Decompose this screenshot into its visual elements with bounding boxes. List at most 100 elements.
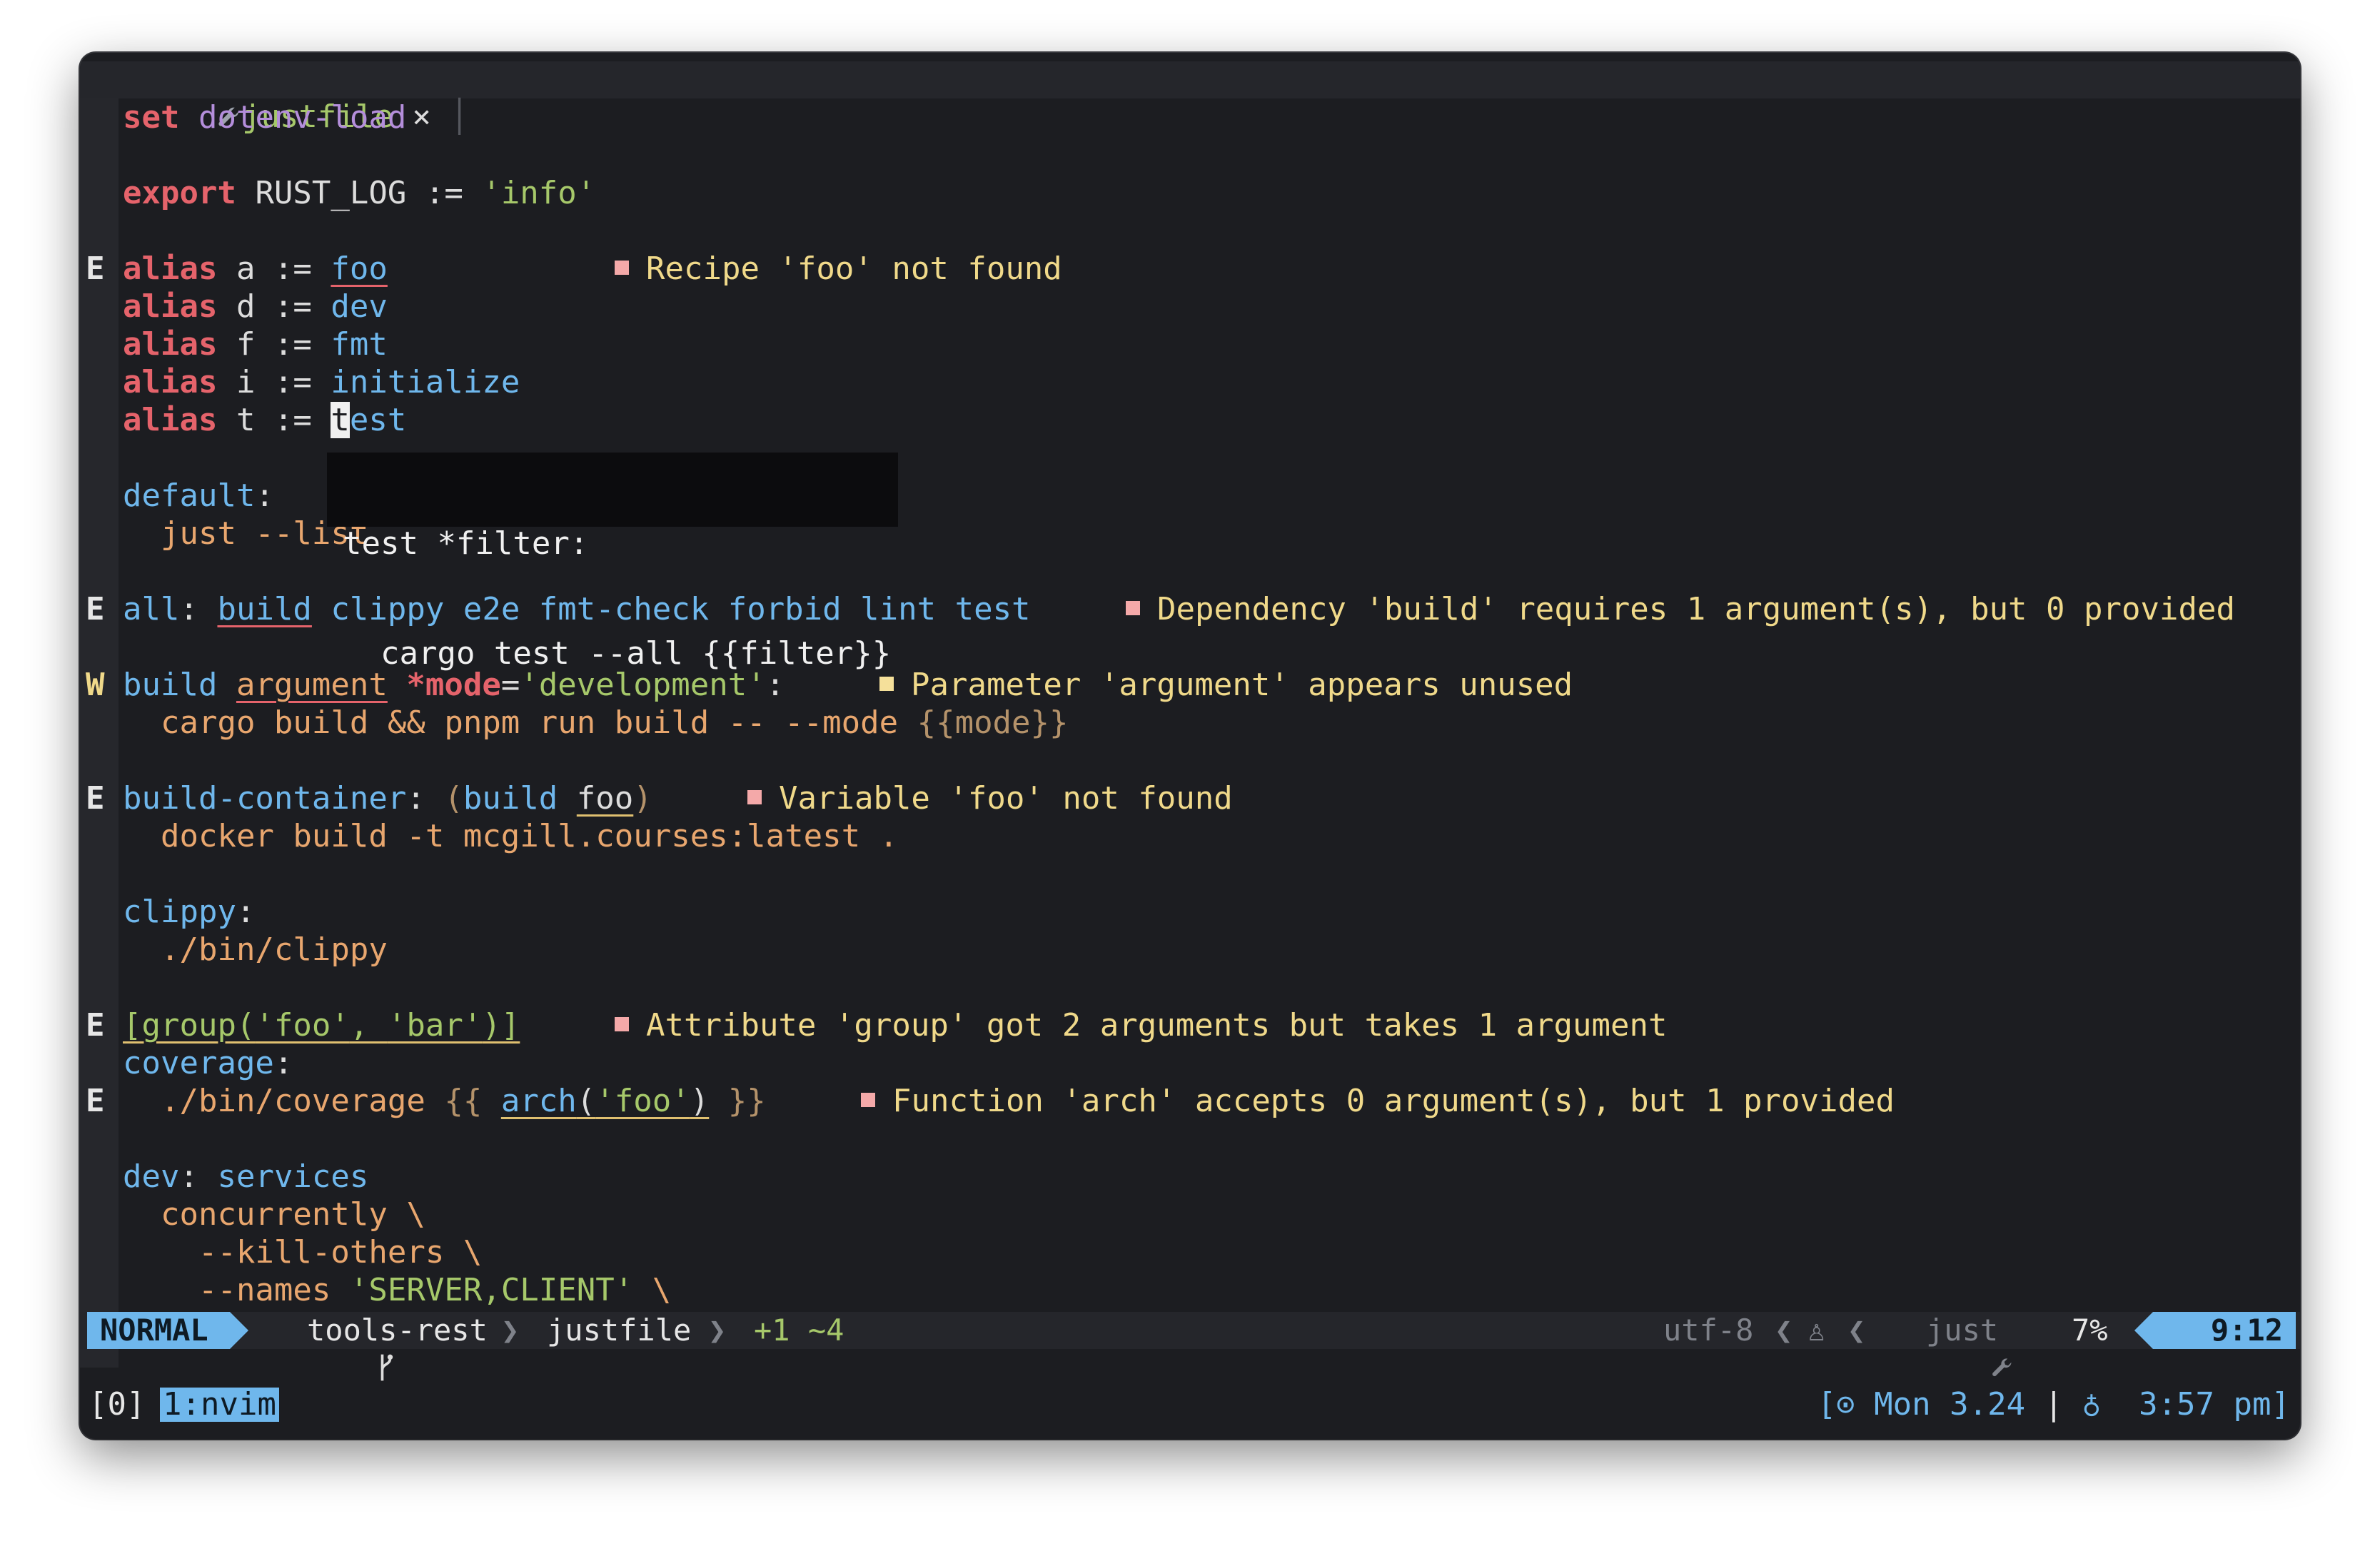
code-token: a := <box>236 251 331 287</box>
code-line[interactable]: export RUST_LOG := 'info' <box>80 174 2300 212</box>
code-text: alias f := fmt <box>123 325 388 363</box>
code-line[interactable] <box>80 212 2300 250</box>
code-token: ( <box>444 780 463 817</box>
code-line[interactable]: docker build -t mcgill.courses:latest . <box>80 817 2300 855</box>
code-text: coverage: <box>123 1044 293 1082</box>
code-token: {{mode}} <box>917 704 1069 741</box>
code-line[interactable]: alias t := test <box>80 401 2300 439</box>
code-token: \ <box>633 1272 672 1308</box>
diagnostic-message: Attribute 'group' got 2 arguments but ta… <box>615 1006 1667 1044</box>
code-token: build <box>123 667 236 703</box>
code-line[interactable]: concurrently \ <box>80 1196 2300 1233</box>
code-token: [group( <box>123 1007 256 1044</box>
code-token: --kill-others \ <box>123 1234 483 1270</box>
code-token: all <box>123 591 180 627</box>
code-line[interactable]: --names 'SERVER,CLIENT' \ <box>80 1271 2300 1309</box>
code-line[interactable]: --kill-others \ <box>80 1233 2300 1271</box>
code-token: 'foo' <box>255 1007 350 1044</box>
diagnostic-message: Dependency 'build' requires 1 argument(s… <box>1126 590 2235 628</box>
code-token: export <box>123 175 256 211</box>
code-line[interactable]: Ealias a := foo Recipe 'foo' not found <box>80 250 2300 288</box>
code-token: dev <box>331 288 388 325</box>
code-token: set <box>123 99 198 136</box>
diagnostic-text: Variable 'foo' not found <box>779 780 1233 817</box>
diagnostic-text: Function 'arch' accepts 0 argument(s), b… <box>892 1083 1895 1119</box>
code-token: dotenv-load <box>198 99 407 136</box>
code-line[interactable] <box>80 1120 2300 1158</box>
code-token: foo <box>576 780 634 817</box>
code-token: : <box>406 780 445 817</box>
code-token: ./bin/coverage <box>123 1083 445 1119</box>
battery-icon: ♁ <box>2082 1386 2102 1423</box>
code-line[interactable]: set dotenv-load <box>80 98 2300 136</box>
code-token: f := <box>236 326 331 363</box>
code-line[interactable]: alias i := initialize <box>80 363 2300 401</box>
diagnostic-message: Variable 'foo' not found <box>747 779 1233 817</box>
code-line[interactable] <box>80 855 2300 893</box>
code-line[interactable] <box>80 969 2300 1006</box>
diagnostic-icon <box>861 1093 875 1107</box>
code-text: set dotenv-load <box>123 98 406 136</box>
code-line[interactable]: E ./bin/coverage {{ arch('foo') }} Functi… <box>80 1082 2300 1120</box>
code-line[interactable]: clippy: <box>80 893 2300 931</box>
code-token: concurrently \ <box>123 1196 425 1233</box>
hover-popup: test *filter: cargo test --all {{filter}… <box>327 453 898 672</box>
code-text: alias d := dev <box>123 288 388 325</box>
diagnostic-sign: E <box>86 1083 105 1119</box>
diagnostic-message: Parameter 'argument' appears unused <box>879 666 1573 704</box>
tmux-window-tab[interactable]: 1:nvim <box>160 1388 279 1422</box>
tmux-clock: [⊙ Mon 3.24 | ♁ 3:57 pm] <box>1817 1386 2290 1423</box>
code-token: alias <box>123 402 236 438</box>
code-line[interactable]: alias d := dev <box>80 288 2300 325</box>
code-token: ) <box>690 1083 710 1119</box>
tmux-statusbar: [0] 1:nvim [⊙ Mon 3.24 | ♁ 3:57 pm] <box>80 1385 2300 1425</box>
code-text: --kill-others \ <box>123 1233 482 1271</box>
code-token: : <box>236 894 256 930</box>
code-token: default <box>123 478 256 514</box>
tmux-session[interactable]: [0] <box>89 1385 145 1425</box>
tmux-date: [⊙ Mon 3.24 <box>1817 1386 2026 1423</box>
code-token: coverage <box>123 1045 274 1081</box>
code-token: i := <box>236 364 331 400</box>
tabline: justfile × │ <box>80 61 2300 135</box>
code-token: : <box>273 1045 293 1081</box>
code-text: ./bin/clippy <box>123 931 388 969</box>
code-line[interactable]: alias f := fmt <box>80 325 2300 363</box>
code-line[interactable]: dev: services <box>80 1158 2300 1196</box>
diagnostic-sign: W <box>86 667 105 703</box>
code-line[interactable]: ./bin/clippy <box>80 931 2300 969</box>
diagnostic-sign: E <box>86 251 105 287</box>
diagnostic-icon <box>615 261 629 275</box>
code-token: build-container <box>123 780 407 817</box>
code-token: ) <box>633 780 652 817</box>
cursor-position: 9:12 <box>2153 1312 2296 1349</box>
code-line[interactable] <box>80 742 2300 779</box>
text-cursor: t <box>331 402 350 438</box>
diagnostic-text: Dependency 'build' requires 1 argument(s… <box>1157 591 2235 627</box>
code-line[interactable]: coverage: <box>80 1044 2300 1082</box>
code-token: alias <box>123 288 236 325</box>
encoding: utf-8 <box>1663 1313 1754 1348</box>
branch-name[interactable]: tools-rest <box>307 1312 488 1349</box>
code-token: }} <box>709 1083 766 1119</box>
code-line[interactable] <box>80 136 2300 174</box>
code-token: , <box>349 1007 388 1044</box>
code-text: concurrently \ <box>123 1196 425 1233</box>
code-text: build-container: (build foo) <box>123 779 652 817</box>
code-token: {{ <box>444 1083 501 1119</box>
diagnostic-sign: E <box>86 780 105 817</box>
code-line[interactable]: E [group('foo', 'bar')] Attribute 'group' … <box>80 1006 2300 1044</box>
code-token: initialize <box>331 364 520 400</box>
scroll-percent: 7% <box>2072 1313 2108 1348</box>
code-token: : <box>255 478 274 514</box>
code-token: clippy <box>123 894 236 930</box>
code-text: alias t := test <box>123 401 406 439</box>
code-token: fmt <box>331 326 388 363</box>
code-token: --names <box>123 1272 350 1308</box>
code-token: docker build -t mcgill.courses:latest . <box>123 818 899 854</box>
code-text: clippy: <box>123 893 255 931</box>
code-line[interactable]: Ebuild-container: (build foo) Variable 'f… <box>80 779 2300 817</box>
code-token: est <box>349 402 407 438</box>
code-text: dev: services <box>123 1158 368 1196</box>
diagnostic-sign: E <box>86 591 105 627</box>
